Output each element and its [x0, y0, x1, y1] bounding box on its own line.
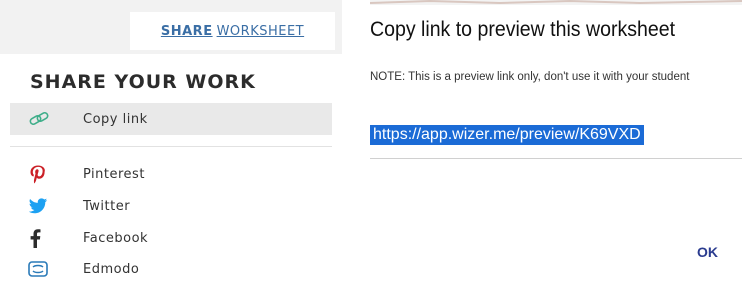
twitter-icon — [28, 197, 58, 215]
preview-link-dialog: Copy link to preview this worksheet NOTE… — [342, 0, 742, 279]
share-item-edmodo[interactable]: Edmodo — [10, 253, 332, 285]
share-worksheet-label: WORKSHEET — [216, 23, 305, 39]
share-item-pinterest[interactable]: Pinterest — [10, 158, 332, 190]
share-item-label: Copy link — [83, 111, 148, 127]
share-worksheet-label-bold: SHARE — [160, 23, 213, 39]
divider — [10, 146, 332, 147]
share-item-label: Twitter — [83, 198, 131, 214]
dialog-note: NOTE: This is a preview link only, don't… — [370, 71, 690, 83]
share-item-label: Edmodo — [83, 261, 140, 277]
pinterest-icon — [28, 164, 58, 184]
share-item-label: Facebook — [83, 230, 149, 246]
share-your-work-title: SHARE YOUR WORK — [30, 71, 256, 93]
edmodo-icon — [28, 260, 58, 278]
share-header-bar: SHARE WORKSHEET — [0, 0, 342, 54]
share-panel: SHARE WORKSHEET SHARE YOUR WORK Copy lin… — [0, 0, 342, 279]
share-item-facebook[interactable]: Facebook — [10, 222, 332, 254]
dialog-top-decoration — [370, 0, 742, 5]
facebook-icon — [28, 228, 58, 248]
dialog-title: Copy link to preview this worksheet — [370, 18, 676, 41]
share-item-twitter[interactable]: Twitter — [10, 190, 332, 222]
link-icon — [28, 110, 58, 128]
share-item-copy-link[interactable]: Copy link — [10, 103, 332, 135]
share-item-label: Pinterest — [83, 166, 145, 182]
ok-button[interactable]: OK — [697, 244, 718, 260]
share-worksheet-button[interactable]: SHARE WORKSHEET — [130, 12, 335, 50]
preview-link-field[interactable]: https://app.wizer.me/preview/K69VXD — [370, 124, 742, 159]
preview-link-text[interactable]: https://app.wizer.me/preview/K69VXD — [370, 125, 644, 145]
